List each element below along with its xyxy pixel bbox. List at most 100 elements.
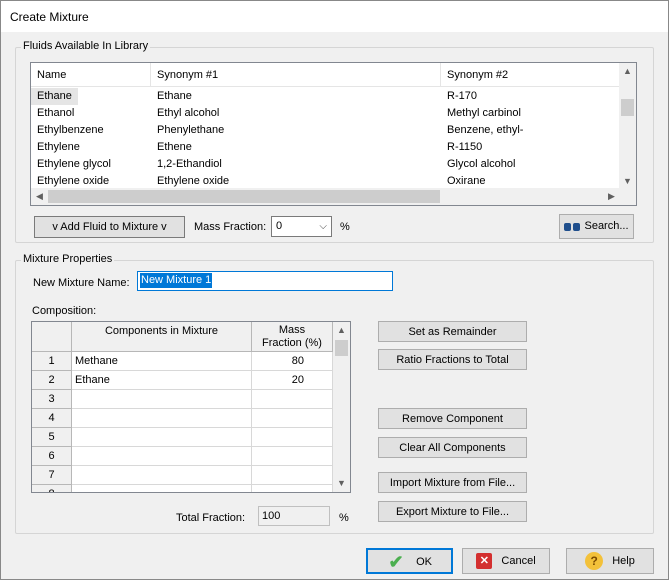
grid-cell-mass-fraction[interactable]: [252, 409, 333, 428]
grid-row-number[interactable]: 6: [32, 447, 72, 466]
library-row[interactable]: Ethylene Ethene R-1150: [31, 139, 620, 156]
column-header-synonym1[interactable]: Synonym #1: [151, 63, 441, 87]
add-fluid-to-mixture-button[interactable]: v Add Fluid to Mixture v: [34, 216, 185, 238]
grid-row-number[interactable]: 3: [32, 390, 72, 409]
library-cell-synonym2: R-1150: [447, 141, 483, 153]
composition-label: Composition:: [32, 305, 97, 317]
grid-cell-mass-fraction[interactable]: [252, 447, 333, 466]
grid-cell-mass-fraction[interactable]: [252, 466, 333, 485]
title-bar: Create Mixture: [0, 0, 669, 32]
binoculars-icon: [564, 220, 581, 232]
library-cell-synonym1: Ethane: [157, 90, 192, 102]
library-cell-synonym1: Ethene: [157, 141, 192, 153]
scroll-up-icon[interactable]: ▲: [619, 63, 636, 80]
search-button-label: Search...: [584, 220, 629, 232]
grid-cell-component[interactable]: [72, 428, 252, 447]
library-vscroll-thumb[interactable]: [621, 99, 634, 116]
total-fraction-value: 100: [258, 506, 330, 526]
mixture-group-legend: Mixture Properties: [21, 253, 115, 265]
cancel-label: Cancel: [501, 555, 536, 567]
grid-row-number[interactable]: 4: [32, 409, 72, 428]
mass-fraction-value: 0: [276, 220, 283, 232]
mixture-name-value: New Mixture 1: [140, 273, 213, 288]
scroll-up-icon[interactable]: ▲: [333, 322, 350, 339]
grid-row-number[interactable]: 2: [32, 371, 72, 390]
library-cell-synonym2: R-170: [447, 90, 477, 102]
mixture-name-label: New Mixture Name:: [33, 277, 130, 289]
library-cell-name: Ethylene glycol: [37, 158, 111, 170]
import-mixture-button[interactable]: Import Mixture from File...: [378, 472, 527, 493]
grid-cell-component[interactable]: [72, 390, 252, 409]
cancel-button[interactable]: ✕ Cancel: [462, 548, 550, 574]
mass-fraction-unit: %: [340, 221, 350, 233]
library-row[interactable]: Ethanol Ethyl alcohol Methyl carbinol: [31, 105, 620, 122]
grid-cell-mass-fraction[interactable]: 80: [252, 352, 333, 371]
library-row[interactable]: Ethylbenzene Phenylethane Benzene, ethyl-: [31, 122, 620, 139]
library-group-legend: Fluids Available In Library: [21, 40, 151, 52]
library-hscroll-thumb[interactable]: [48, 190, 440, 203]
mass-fraction-combo[interactable]: 0 ⌵: [271, 216, 332, 237]
scroll-right-icon[interactable]: ▶: [603, 188, 620, 205]
grid-corner: [32, 322, 72, 352]
grid-cell-mass-fraction[interactable]: 20: [252, 371, 333, 390]
total-fraction-unit: %: [339, 512, 349, 524]
library-row[interactable]: Ethylene glycol 1,2-Ethandiol Glycol alcoh…: [31, 156, 620, 173]
set-as-remainder-button[interactable]: Set as Remainder: [378, 321, 527, 342]
window-title: Create Mixture: [10, 10, 89, 24]
library-cell-synonym1: 1,2-Ethandiol: [157, 158, 222, 170]
export-mixture-button[interactable]: Export Mixture to File...: [378, 501, 527, 522]
ok-button[interactable]: ✔ OK: [366, 548, 453, 574]
grid-row-number[interactable]: 7: [32, 466, 72, 485]
column-header-name[interactable]: Name: [31, 63, 151, 87]
library-cell-synonym1: Phenylethane: [157, 124, 225, 136]
library-cell-name: Ethane: [31, 88, 78, 105]
mass-header-line1: Mass: [278, 324, 306, 336]
library-row[interactable]: Ethane Ethane R-170: [31, 88, 620, 105]
library-cell-synonym1: Ethyl alcohol: [157, 107, 220, 119]
grid-cell-component[interactable]: [72, 466, 252, 485]
search-button[interactable]: Search...: [559, 214, 634, 239]
total-fraction-label: Total Fraction:: [176, 512, 246, 524]
column-header-mass-fraction[interactable]: Mass Fraction (%): [252, 322, 333, 352]
grid-row-number[interactable]: 8: [32, 485, 72, 492]
grid-row-number[interactable]: 1: [32, 352, 72, 371]
library-cell-name: Ethanol: [37, 107, 75, 119]
library-list[interactable]: Name Synonym #1 Synonym #2 Ethane Ethane R…: [30, 62, 637, 206]
help-icon: ?: [585, 552, 604, 571]
grid-cell-component[interactable]: Methane: [72, 352, 252, 371]
composition-grid[interactable]: Components in Mixture Mass Fraction (%) …: [31, 321, 351, 493]
library-cell-name: Ethylbenzene: [37, 124, 104, 136]
library-cell-name: Ethylene: [37, 141, 80, 153]
library-cell-synonym2: Benzene, ethyl-: [447, 124, 524, 136]
remove-component-button[interactable]: Remove Component: [378, 408, 527, 429]
close-icon: ✕: [476, 553, 493, 570]
grid-cell-mass-fraction[interactable]: [252, 485, 333, 492]
library-horizontal-scrollbar[interactable]: ◀ ▶: [31, 188, 620, 205]
chevron-down-icon[interactable]: ⌵: [319, 217, 327, 236]
ratio-fractions-button[interactable]: Ratio Fractions to Total: [378, 349, 527, 370]
grid-cell-component[interactable]: Ethane: [72, 371, 252, 390]
checkmark-icon: ✔: [388, 552, 404, 573]
grid-cell-component[interactable]: [72, 409, 252, 428]
column-header-synonym2[interactable]: Synonym #2: [441, 63, 620, 87]
grid-cell-mass-fraction[interactable]: [252, 428, 333, 447]
scroll-left-icon[interactable]: ◀: [31, 188, 48, 205]
clear-all-components-button[interactable]: Clear All Components: [378, 437, 527, 458]
scroll-down-icon[interactable]: ▼: [333, 475, 350, 492]
help-button[interactable]: ? Help: [566, 548, 654, 574]
mixture-name-input[interactable]: New Mixture 1: [137, 271, 393, 291]
grid-cell-component[interactable]: [72, 447, 252, 466]
library-vertical-scrollbar[interactable]: ▲ ▼: [619, 63, 636, 190]
grid-cell-mass-fraction[interactable]: [252, 390, 333, 409]
library-cell-synonym2: Methyl carbinol: [447, 107, 521, 119]
library-list-header: Name Synonym #1 Synonym #2: [31, 63, 620, 87]
grid-cell-component[interactable]: [72, 485, 252, 492]
mass-fraction-label: Mass Fraction:: [194, 221, 267, 233]
grid-vertical-scrollbar[interactable]: ▲ ▼: [333, 322, 350, 492]
grid-vscroll-thumb[interactable]: [335, 340, 348, 356]
column-header-components[interactable]: Components in Mixture: [72, 322, 252, 352]
library-cell-synonym2: Glycol alcohol: [447, 158, 516, 170]
ok-label: OK: [416, 556, 432, 568]
grid-row-number[interactable]: 5: [32, 428, 72, 447]
mass-header-line2: Fraction (%): [262, 337, 322, 349]
